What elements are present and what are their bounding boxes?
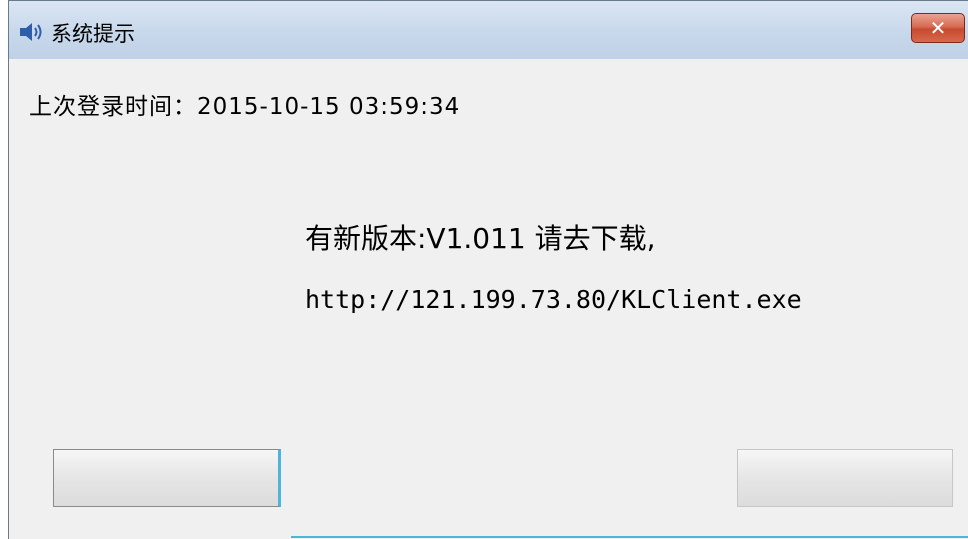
download-button[interactable] — [737, 449, 953, 507]
dialog-body: 上次登录时间：2015-10-15 03:59:34 有新版本:V1.011 请… — [9, 59, 968, 539]
new-version-text: 有新版本:V1.011 请去下载, — [305, 222, 656, 255]
confirm-button[interactable] — [53, 449, 281, 507]
download-url-text: http://121.199.73.80/KLClient.exe — [305, 285, 802, 314]
window-title: 系统提示 — [51, 22, 135, 46]
close-icon: ✕ — [929, 16, 947, 40]
close-button[interactable]: ✕ — [911, 13, 965, 43]
title-bar[interactable]: 系统提示 ✕ — [9, 1, 968, 59]
speaker-icon — [19, 21, 43, 43]
last-login-text: 上次登录时间：2015-10-15 03:59:34 — [29, 94, 461, 120]
system-prompt-dialog: 系统提示 ✕ 上次登录时间：2015-10-15 03:59:34 有新版本:V… — [8, 0, 968, 539]
